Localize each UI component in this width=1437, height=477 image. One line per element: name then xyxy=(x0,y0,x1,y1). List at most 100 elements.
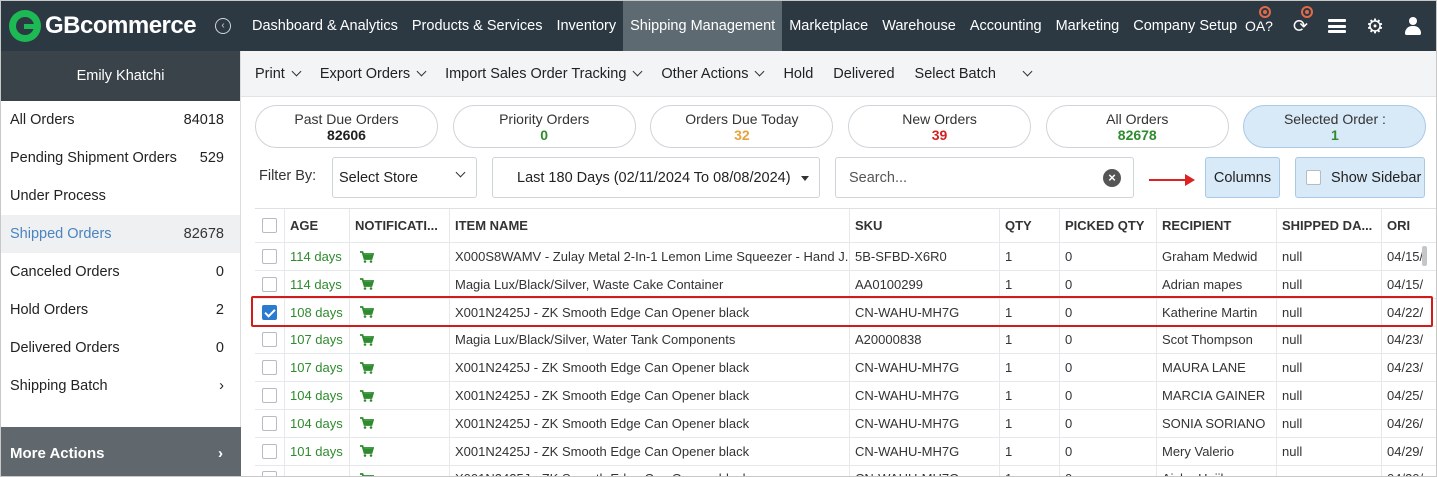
nav-item-dashboard-analytics[interactable]: Dashboard & Analytics xyxy=(245,1,405,51)
shopping-cart-icon[interactable] xyxy=(360,445,374,457)
table-row[interactable]: 107 days Magia Lux/Black/Silver, Water Ta… xyxy=(255,326,1436,355)
row-select-cell[interactable] xyxy=(255,326,285,354)
sidebar-item-all-orders[interactable]: All Orders 84018 xyxy=(1,101,240,139)
sidebar-item-under-process[interactable]: Under Process xyxy=(1,177,240,215)
column-header[interactable]: AGE xyxy=(285,209,350,242)
card-orders-due-today[interactable]: Orders Due Today 32 xyxy=(650,105,834,148)
sidebar-item-shipped-orders[interactable]: Shipped Orders 82678 xyxy=(1,215,240,253)
brand-logo[interactable]: GBcommerce xyxy=(1,10,201,42)
show-sidebar-checkbox[interactable] xyxy=(1306,170,1321,185)
table-row[interactable]: 104 days X001N2425J - ZK Smooth Edge Can … xyxy=(255,409,1436,438)
shopping-cart-icon[interactable] xyxy=(360,417,374,430)
menu-icon[interactable] xyxy=(1328,19,1347,33)
shopping-cart-icon[interactable] xyxy=(360,389,374,402)
shopping-cart-icon[interactable] xyxy=(360,306,374,318)
sidebar-item-canceled-orders[interactable]: Canceled Orders 0 xyxy=(1,253,240,291)
row-checkbox[interactable] xyxy=(262,388,277,403)
table-row[interactable]: 101 days X001N2425J - ZK Smooth Edge Can … xyxy=(255,437,1436,466)
nav-item-shipping-management[interactable]: Shipping Management xyxy=(623,1,783,51)
sidebar-item-delivered-orders[interactable]: Delivered Orders 0 xyxy=(1,329,240,367)
action-select-batch[interactable]: Select Batch xyxy=(915,66,996,82)
chevron-down-icon xyxy=(455,167,466,178)
action-delivered[interactable]: Delivered xyxy=(833,66,894,82)
table-row[interactable]: X001N2425J - ZK Smooth Edge Can Opener b… xyxy=(255,465,1436,476)
nav-item-marketing[interactable]: Marketing xyxy=(1049,1,1127,51)
row-select-cell[interactable] xyxy=(255,354,285,382)
column-header[interactable]: ITEM NAME xyxy=(450,209,850,242)
column-header[interactable]: NOTIFICATI... xyxy=(350,209,450,242)
row-select-cell[interactable] xyxy=(255,270,285,298)
user-icon[interactable] xyxy=(1404,17,1422,35)
summary-cards: Past Due Orders 82606 Priority Orders 0 Orde… xyxy=(255,105,1436,148)
shopping-cart-icon[interactable] xyxy=(360,472,374,476)
store-select[interactable]: Select Store xyxy=(332,157,477,198)
column-header[interactable]: SKU xyxy=(850,209,1000,242)
column-header[interactable]: RECIPIENT xyxy=(1157,209,1277,242)
sidebar-item-shipping-batch[interactable]: Shipping Batch › xyxy=(1,367,240,405)
table-row[interactable]: 114 days X000S8WAMV - Zulay Metal 2-In-1 … xyxy=(255,243,1436,271)
sidebar-item-pending-shipment-orders[interactable]: Pending Shipment Orders 529 xyxy=(1,139,240,177)
row-checkbox[interactable] xyxy=(262,443,277,459)
show-sidebar-toggle[interactable]: Show Sidebar xyxy=(1295,157,1425,198)
columns-button[interactable]: Columns xyxy=(1205,157,1280,198)
table-scrollbar[interactable] xyxy=(1422,246,1427,266)
action-other-actions[interactable]: Other Actions xyxy=(661,66,765,82)
card-past-due-orders[interactable]: Past Due Orders 82606 xyxy=(255,105,438,148)
action-export-orders[interactable]: Export Orders xyxy=(320,66,427,82)
qty-cell: 1 xyxy=(1000,382,1060,409)
card-selected-order[interactable]: Selected Order :1 xyxy=(1243,105,1427,148)
nav-item-inventory[interactable]: Inventory xyxy=(549,1,623,51)
row-select-cell[interactable] xyxy=(255,409,285,437)
row-checkbox[interactable] xyxy=(262,332,277,348)
select-all-checkbox[interactable] xyxy=(262,218,277,233)
column-header[interactable]: SHIPPED DA... xyxy=(1277,209,1382,242)
more-actions-button[interactable]: More Actions › xyxy=(1,427,241,476)
row-select-cell[interactable] xyxy=(255,437,285,465)
nav-item-warehouse[interactable]: Warehouse xyxy=(875,1,963,51)
nav-item-products-services[interactable]: Products & Services xyxy=(405,1,550,51)
row-checkbox[interactable] xyxy=(262,304,277,320)
table-row[interactable]: 104 days X001N2425J - ZK Smooth Edge Can … xyxy=(255,382,1436,410)
nav-item-company-setup[interactable]: Company Setup xyxy=(1126,1,1244,51)
column-header[interactable]: ORI xyxy=(1382,209,1436,242)
sidebar-item-hold-orders[interactable]: Hold Orders 2 xyxy=(1,291,240,329)
sidebar-item-label: Under Process xyxy=(10,188,106,204)
nav-item-marketplace[interactable]: Marketplace xyxy=(782,1,875,51)
table-row[interactable]: 108 days X001N2425J - ZK Smooth Edge Can … xyxy=(255,298,1436,327)
table-row[interactable]: 114 days Magia Lux/Black/Silver, Waste Ca… xyxy=(255,270,1436,299)
row-select-cell[interactable] xyxy=(255,465,285,476)
row-checkbox[interactable] xyxy=(262,249,277,264)
search-input[interactable]: Search... × xyxy=(835,157,1134,198)
card-all-orders[interactable]: All Orders 82678 xyxy=(1045,105,1229,148)
gear-icon[interactable]: ⚙ xyxy=(1366,14,1384,39)
refresh-icon[interactable]: ⟳ xyxy=(1293,5,1313,37)
shopping-cart-icon[interactable] xyxy=(360,333,374,346)
card-priority-orders[interactable]: Priority Orders 0 xyxy=(452,105,636,148)
row-select-cell[interactable] xyxy=(255,243,285,270)
header-select-cell[interactable] xyxy=(255,209,285,242)
oa-help-button[interactable]: OA? xyxy=(1245,6,1273,34)
row-checkbox[interactable] xyxy=(262,471,277,476)
card-new-orders[interactable]: New Orders 39 xyxy=(848,105,1032,148)
column-header[interactable]: PICKED QTY xyxy=(1060,209,1157,242)
action-print[interactable]: Print xyxy=(255,66,302,82)
close-circle-icon[interactable]: × xyxy=(1103,169,1121,187)
shopping-cart-icon[interactable] xyxy=(360,278,374,291)
date-range-select[interactable]: Last 180 Days (02/11/2024 To 08/08/2024) xyxy=(492,157,820,198)
card-value: 1 xyxy=(1331,127,1339,143)
row-checkbox[interactable] xyxy=(262,360,277,376)
back-arrow-icon[interactable]: ‹ xyxy=(215,18,231,34)
action-hold[interactable]: Hold xyxy=(783,66,813,82)
action-import-sales-order-tracking[interactable]: Import Sales Order Tracking xyxy=(445,66,643,82)
shopping-cart-icon[interactable] xyxy=(360,361,374,374)
row-select-cell[interactable] xyxy=(255,298,285,326)
notification-cell xyxy=(350,354,450,382)
row-checkbox[interactable] xyxy=(262,276,277,292)
nav-item-accounting[interactable]: Accounting xyxy=(963,1,1049,51)
row-checkbox[interactable] xyxy=(262,415,277,431)
column-header[interactable]: QTY xyxy=(1000,209,1060,242)
shopping-cart-icon[interactable] xyxy=(360,250,374,263)
toolbar-more-button[interactable] xyxy=(1016,66,1033,77)
row-select-cell[interactable] xyxy=(255,382,285,409)
table-row[interactable]: 107 days X001N2425J - ZK Smooth Edge Can … xyxy=(255,354,1436,383)
